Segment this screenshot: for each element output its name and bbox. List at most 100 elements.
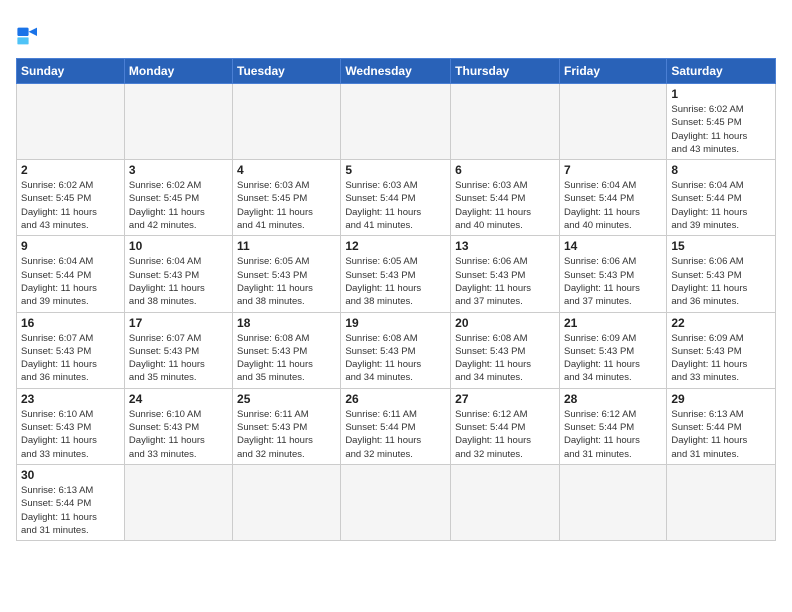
day-number: 2 — [21, 163, 120, 177]
day-info: Sunrise: 6:07 AM Sunset: 5:43 PM Dayligh… — [21, 332, 120, 385]
day-info: Sunrise: 6:04 AM Sunset: 5:44 PM Dayligh… — [21, 255, 120, 308]
weekday-friday: Friday — [559, 59, 666, 84]
header — [16, 16, 776, 50]
calendar-cell: 13 Sunrise: 6:06 AM Sunset: 5:43 PM Dayli… — [451, 236, 560, 312]
page: SundayMondayTuesdayWednesdayThursdayFrid… — [0, 0, 792, 612]
logo — [16, 22, 48, 50]
calendar-cell: 17 Sunrise: 6:07 AM Sunset: 5:43 PM Dayli… — [124, 312, 232, 388]
calendar-cell — [559, 464, 666, 540]
day-number: 6 — [455, 163, 555, 177]
calendar-cell: 16 Sunrise: 6:07 AM Sunset: 5:43 PM Dayli… — [17, 312, 125, 388]
weekday-thursday: Thursday — [451, 59, 560, 84]
day-number: 24 — [129, 392, 228, 406]
calendar-cell: 19Sunrise: 6:08 AM Sunset: 5:43 PM Dayli… — [341, 312, 451, 388]
calendar-cell: 30 Sunrise: 6:13 AM Sunset: 5:44 PM Dayli… — [17, 464, 125, 540]
day-number: 11 — [237, 239, 336, 253]
calendar-cell: 26Sunrise: 6:11 AM Sunset: 5:44 PM Dayli… — [341, 388, 451, 464]
day-info: Sunrise: 6:06 AM Sunset: 5:43 PM Dayligh… — [564, 255, 662, 308]
day-info: Sunrise: 6:05 AM Sunset: 5:43 PM Dayligh… — [237, 255, 336, 308]
day-number: 18 — [237, 316, 336, 330]
weekday-sunday: Sunday — [17, 59, 125, 84]
day-info: Sunrise: 6:03 AM Sunset: 5:44 PM Dayligh… — [345, 179, 446, 232]
day-number: 1 — [671, 87, 771, 101]
day-info: Sunrise: 6:12 AM Sunset: 5:44 PM Dayligh… — [564, 408, 662, 461]
calendar-week-5: 23 Sunrise: 6:10 AM Sunset: 5:43 PM Dayli… — [17, 388, 776, 464]
day-number: 23 — [21, 392, 120, 406]
day-info: Sunrise: 6:09 AM Sunset: 5:43 PM Dayligh… — [564, 332, 662, 385]
logo-icon — [16, 22, 44, 50]
day-number: 10 — [129, 239, 228, 253]
day-info: Sunrise: 6:13 AM Sunset: 5:44 PM Dayligh… — [21, 484, 120, 537]
day-number: 9 — [21, 239, 120, 253]
weekday-monday: Monday — [124, 59, 232, 84]
day-info: Sunrise: 6:03 AM Sunset: 5:44 PM Dayligh… — [455, 179, 555, 232]
calendar-cell — [233, 464, 341, 540]
calendar-cell: 12 Sunrise: 6:05 AM Sunset: 5:43 PM Dayli… — [341, 236, 451, 312]
day-number: 13 — [455, 239, 555, 253]
day-info: Sunrise: 6:02 AM Sunset: 5:45 PM Dayligh… — [671, 103, 771, 156]
day-number: 8 — [671, 163, 771, 177]
calendar-week-6: 30 Sunrise: 6:13 AM Sunset: 5:44 PM Dayli… — [17, 464, 776, 540]
calendar-cell: 21 Sunrise: 6:09 AM Sunset: 5:43 PM Dayli… — [559, 312, 666, 388]
day-number: 29 — [671, 392, 771, 406]
day-number: 25 — [237, 392, 336, 406]
day-number: 17 — [129, 316, 228, 330]
calendar-cell: 8Sunrise: 6:04 AM Sunset: 5:44 PM Daylig… — [667, 160, 776, 236]
day-number: 20 — [455, 316, 555, 330]
weekday-header-row: SundayMondayTuesdayWednesdayThursdayFrid… — [17, 59, 776, 84]
day-info: Sunrise: 6:02 AM Sunset: 5:45 PM Dayligh… — [129, 179, 228, 232]
calendar-cell: 1 Sunrise: 6:02 AM Sunset: 5:45 PM Daylig… — [667, 84, 776, 160]
day-number: 28 — [564, 392, 662, 406]
day-info: Sunrise: 6:11 AM Sunset: 5:44 PM Dayligh… — [345, 408, 446, 461]
calendar-cell: 25Sunrise: 6:11 AM Sunset: 5:43 PM Dayli… — [233, 388, 341, 464]
calendar-cell: 6 Sunrise: 6:03 AM Sunset: 5:44 PM Daylig… — [451, 160, 560, 236]
calendar-week-3: 9 Sunrise: 6:04 AM Sunset: 5:44 PM Daylig… — [17, 236, 776, 312]
calendar-cell: 14 Sunrise: 6:06 AM Sunset: 5:43 PM Dayli… — [559, 236, 666, 312]
calendar-cell: 29 Sunrise: 6:13 AM Sunset: 5:44 PM Dayli… — [667, 388, 776, 464]
day-info: Sunrise: 6:10 AM Sunset: 5:43 PM Dayligh… — [129, 408, 228, 461]
calendar-cell — [341, 84, 451, 160]
day-info: Sunrise: 6:06 AM Sunset: 5:43 PM Dayligh… — [455, 255, 555, 308]
day-number: 4 — [237, 163, 336, 177]
day-info: Sunrise: 6:05 AM Sunset: 5:43 PM Dayligh… — [345, 255, 446, 308]
calendar-cell: 24 Sunrise: 6:10 AM Sunset: 5:43 PM Dayli… — [124, 388, 232, 464]
day-number: 16 — [21, 316, 120, 330]
day-number: 21 — [564, 316, 662, 330]
day-info: Sunrise: 6:07 AM Sunset: 5:43 PM Dayligh… — [129, 332, 228, 385]
day-info: Sunrise: 6:09 AM Sunset: 5:43 PM Dayligh… — [671, 332, 771, 385]
weekday-tuesday: Tuesday — [233, 59, 341, 84]
calendar-week-4: 16 Sunrise: 6:07 AM Sunset: 5:43 PM Dayli… — [17, 312, 776, 388]
calendar-week-2: 2 Sunrise: 6:02 AM Sunset: 5:45 PM Daylig… — [17, 160, 776, 236]
calendar-cell: 27Sunrise: 6:12 AM Sunset: 5:44 PM Dayli… — [451, 388, 560, 464]
day-number: 27 — [455, 392, 555, 406]
day-number: 12 — [345, 239, 446, 253]
day-number: 3 — [129, 163, 228, 177]
calendar-cell: 2 Sunrise: 6:02 AM Sunset: 5:45 PM Daylig… — [17, 160, 125, 236]
calendar-cell: 4 Sunrise: 6:03 AM Sunset: 5:45 PM Daylig… — [233, 160, 341, 236]
day-number: 19 — [345, 316, 446, 330]
day-number: 7 — [564, 163, 662, 177]
day-info: Sunrise: 6:03 AM Sunset: 5:45 PM Dayligh… — [237, 179, 336, 232]
day-number: 5 — [345, 163, 446, 177]
calendar-table: SundayMondayTuesdayWednesdayThursdayFrid… — [16, 58, 776, 541]
day-info: Sunrise: 6:13 AM Sunset: 5:44 PM Dayligh… — [671, 408, 771, 461]
calendar-cell: 22 Sunrise: 6:09 AM Sunset: 5:43 PM Dayli… — [667, 312, 776, 388]
day-number: 14 — [564, 239, 662, 253]
calendar-cell: 9 Sunrise: 6:04 AM Sunset: 5:44 PM Daylig… — [17, 236, 125, 312]
day-info: Sunrise: 6:02 AM Sunset: 5:45 PM Dayligh… — [21, 179, 120, 232]
calendar-cell — [341, 464, 451, 540]
calendar-cell: 15Sunrise: 6:06 AM Sunset: 5:43 PM Dayli… — [667, 236, 776, 312]
calendar-cell — [17, 84, 125, 160]
calendar-cell — [233, 84, 341, 160]
calendar-cell: 23 Sunrise: 6:10 AM Sunset: 5:43 PM Dayli… — [17, 388, 125, 464]
calendar-cell — [559, 84, 666, 160]
calendar-cell: 10Sunrise: 6:04 AM Sunset: 5:43 PM Dayli… — [124, 236, 232, 312]
calendar-cell — [451, 464, 560, 540]
calendar-cell: 3 Sunrise: 6:02 AM Sunset: 5:45 PM Daylig… — [124, 160, 232, 236]
calendar-cell: 18Sunrise: 6:08 AM Sunset: 5:43 PM Dayli… — [233, 312, 341, 388]
day-number: 22 — [671, 316, 771, 330]
day-info: Sunrise: 6:10 AM Sunset: 5:43 PM Dayligh… — [21, 408, 120, 461]
day-number: 30 — [21, 468, 120, 482]
day-info: Sunrise: 6:06 AM Sunset: 5:43 PM Dayligh… — [671, 255, 771, 308]
calendar-cell: 28 Sunrise: 6:12 AM Sunset: 5:44 PM Dayli… — [559, 388, 666, 464]
